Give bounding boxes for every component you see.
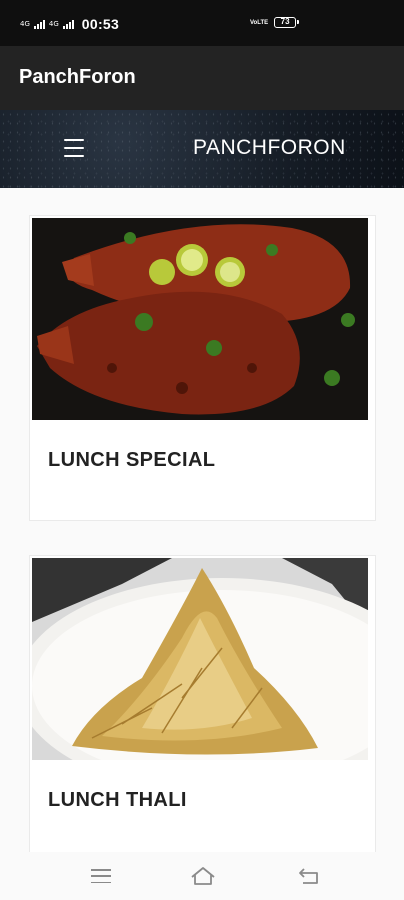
status-right: VoLTE 73	[250, 17, 300, 28]
signal-1-icon	[33, 19, 45, 29]
site-header: PANCHFORON	[0, 110, 404, 188]
network-2-label: 4G	[48, 19, 59, 28]
status-time: 00:53	[81, 16, 120, 32]
app-title: PanchForon	[19, 66, 136, 88]
status-bar: 4G 4G 00:53 VoLTE 73	[0, 0, 404, 46]
back-icon[interactable]	[297, 866, 321, 886]
status-left: 4G 4G 00:53	[20, 16, 119, 32]
brand-title[interactable]: PANCHFORON	[193, 136, 346, 160]
signal-2-icon	[62, 19, 74, 29]
menu-card-lunch-special[interactable]: LUNCH SPECIAL	[29, 215, 376, 521]
home-icon[interactable]	[189, 865, 217, 887]
menu-card-label: LUNCH SPECIAL	[48, 449, 216, 471]
network-1-label: 4G	[20, 19, 30, 28]
fish-fry-photo[interactable]	[32, 218, 368, 420]
hamburger-icon[interactable]	[64, 139, 84, 157]
system-nav-bar	[0, 852, 404, 900]
menu-lines-icon[interactable]	[91, 869, 111, 883]
menu-card-label: LUNCH THALI	[48, 789, 187, 811]
app-bar: PanchForon	[0, 46, 404, 110]
fried-potato-shreds-photo[interactable]	[32, 558, 368, 760]
volte-label: VoLTE	[250, 19, 269, 26]
battery-level: 73	[280, 17, 290, 26]
menu-card-lunch-thali[interactable]: LUNCH THALI	[29, 555, 376, 852]
menu-list: LUNCH SPECIAL LUNCH THALI	[0, 188, 404, 852]
battery-icon: 73	[274, 17, 300, 28]
